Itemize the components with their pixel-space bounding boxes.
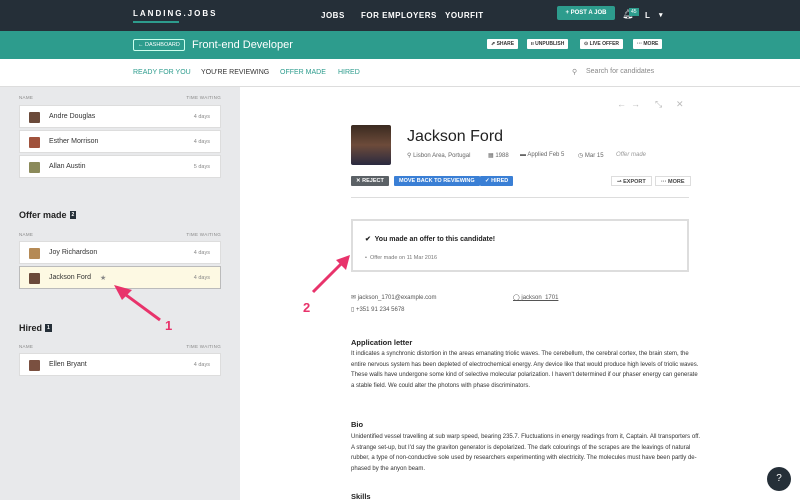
annotation-2: 2 [303, 300, 311, 315]
annotation-arrows [114, 255, 350, 322]
annotation-1: 1 [165, 318, 173, 333]
arrow-2 [311, 260, 345, 294]
help-button[interactable]: ? [767, 467, 791, 491]
arrow-1 [121, 290, 161, 322]
